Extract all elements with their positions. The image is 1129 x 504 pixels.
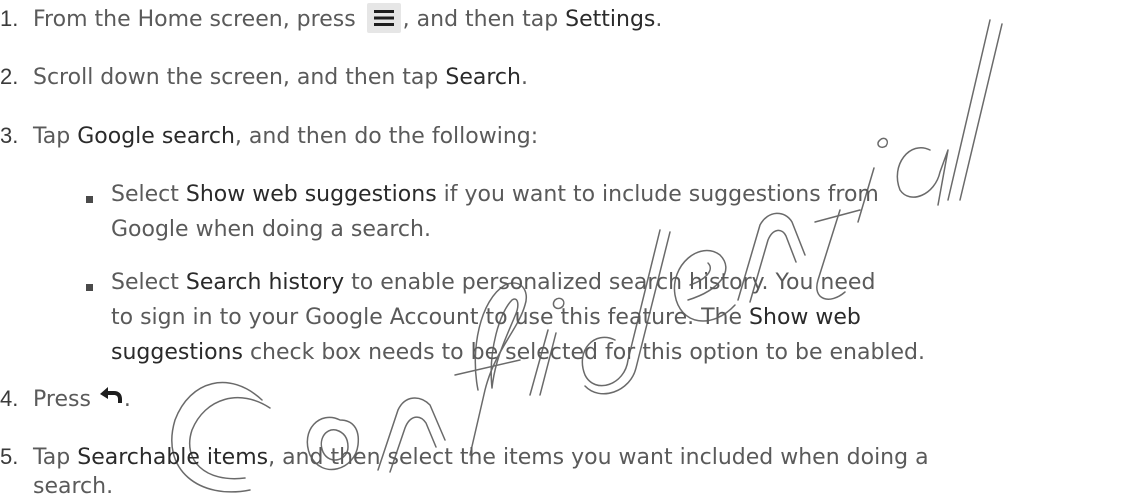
bullet-text: if you want to include suggestions from bbox=[443, 182, 879, 207]
step-5-continued: search. bbox=[33, 469, 113, 504]
bullet-text: check box needs to be selected for this … bbox=[249, 340, 926, 365]
bullet-1-line-1: Select Show web suggestions if you want … bbox=[111, 177, 879, 212]
step-text: . bbox=[520, 65, 528, 90]
step-text: Scroll down the screen, and then tap bbox=[33, 65, 439, 90]
step-number: 5. bbox=[0, 444, 19, 469]
bullet-text: Select bbox=[111, 182, 179, 207]
ui-term-search-history: Search history bbox=[185, 270, 345, 295]
bullet-marker bbox=[86, 196, 93, 203]
ui-term-search: Search bbox=[445, 65, 521, 90]
step-text: , and then tap bbox=[402, 7, 559, 32]
bullet-2-line-1: Select Search history to enable personal… bbox=[111, 265, 875, 300]
bullet-text: to enable personalized search history. Y… bbox=[351, 270, 876, 295]
step-number: 2. bbox=[0, 64, 19, 89]
bullet-text: Google when doing a search. bbox=[111, 217, 431, 242]
bullet-marker bbox=[86, 284, 93, 291]
step-text: . bbox=[123, 387, 131, 412]
bullet-text: to sign in to your Google Account to use… bbox=[111, 305, 743, 330]
step-text: , and then select the items you want inc… bbox=[268, 445, 929, 470]
step-5: 5. Tap Searchable items, and then select … bbox=[0, 439, 929, 475]
bullet-text: Select bbox=[111, 270, 179, 295]
bullet-1-line-2: Google when doing a search. bbox=[111, 212, 431, 247]
bullet-2-line-3: suggestions check box needs to be select… bbox=[111, 335, 925, 370]
step-text: , and then do the following: bbox=[234, 124, 539, 149]
step-text: search. bbox=[33, 474, 114, 499]
ui-term-settings: Settings bbox=[565, 7, 656, 32]
step-text: Press bbox=[33, 387, 91, 412]
step-text: . bbox=[655, 7, 663, 32]
ui-term-show-web: Show web bbox=[749, 305, 861, 330]
step-text: Tap bbox=[33, 445, 71, 470]
ui-term-show-web-suggestions: Show web suggestions bbox=[185, 182, 437, 207]
bullet-2-line-2: to sign in to your Google Account to use… bbox=[111, 300, 861, 335]
back-arrow-icon bbox=[98, 381, 124, 416]
step-text: From the Home screen, press bbox=[33, 7, 356, 32]
step-3: 3. Tap Google search, and then do the fol… bbox=[0, 118, 538, 154]
ui-term-suggestions: suggestions bbox=[111, 340, 243, 365]
step-number: 3. bbox=[0, 123, 19, 148]
menu-icon bbox=[366, 3, 401, 33]
step-text: Tap bbox=[33, 124, 71, 149]
step-number: 1. bbox=[0, 6, 19, 31]
step-2: 2. Scroll down the screen, and then tap S… bbox=[0, 59, 528, 95]
ui-term-google-search: Google search bbox=[77, 124, 235, 149]
step-4: 4. Press . bbox=[0, 381, 131, 418]
step-1: 1. From the Home screen, press , and then… bbox=[0, 1, 662, 37]
step-number: 4. bbox=[0, 386, 19, 411]
ui-term-searchable-items: Searchable items bbox=[77, 445, 269, 470]
